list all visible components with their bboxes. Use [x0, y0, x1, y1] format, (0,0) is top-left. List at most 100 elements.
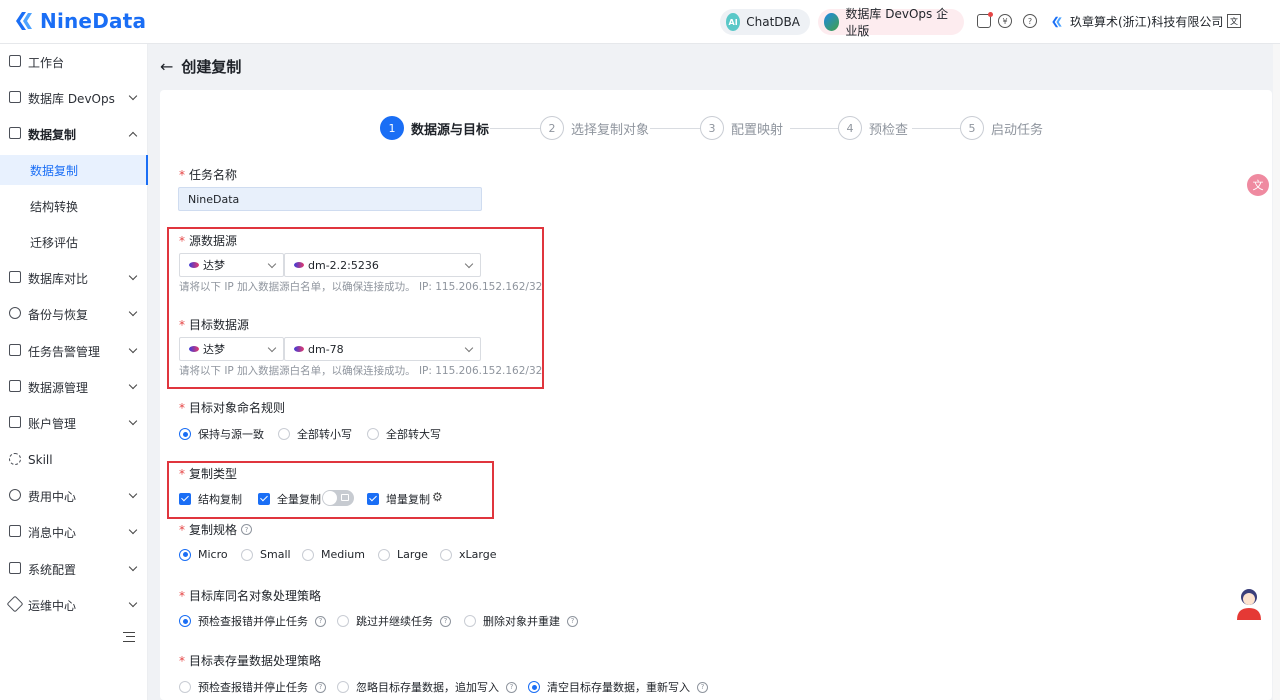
sidebar-item-backup[interactable]: 备份与恢复 — [0, 296, 148, 332]
existing-option-stop[interactable]: 预检查报错并停止任务 ? — [179, 679, 326, 695]
sidebar-subitem-schema-conversion[interactable]: 结构转换 — [0, 191, 148, 221]
target-instance-select[interactable]: dm-78 — [284, 337, 481, 361]
copy-type-full-checkbox[interactable]: 全量复制 — [258, 491, 321, 507]
chevron-down-icon — [128, 307, 138, 317]
help-icon[interactable]: ? — [315, 615, 326, 627]
sidebar-item-messages[interactable]: 消息中心 — [0, 514, 148, 550]
chatdba-button[interactable]: AI ChatDBA — [720, 9, 810, 35]
chevron-down-icon — [128, 562, 138, 572]
help-icon[interactable]: ? — [440, 615, 451, 627]
sidebar-item-workbench[interactable]: 工作台 — [0, 44, 148, 80]
yuan-icon[interactable]: ¥ — [998, 14, 1012, 28]
globe-icon — [824, 13, 840, 31]
source-db-type-select[interactable]: 达梦 — [179, 253, 284, 277]
naming-option-uppercase[interactable]: 全部转大写 — [367, 426, 441, 442]
assistant-avatar-icon[interactable] — [1233, 586, 1265, 622]
edition-button[interactable]: 数据库 DevOps 企业版 — [818, 7, 964, 38]
org-switcher[interactable]: 玖章算术(浙江)科技有限公司 — [1050, 13, 1223, 30]
copy-type-incremental-checkbox[interactable]: 增量复制 — [367, 491, 430, 507]
target-db-type-select[interactable]: 达梦 — [179, 337, 284, 361]
sidebar-item-datasources[interactable]: 数据源管理 — [0, 369, 148, 405]
sidebar-item-compare[interactable]: 数据库对比 — [0, 260, 148, 296]
help-icon[interactable]: ? — [697, 681, 708, 693]
spec-option-xlarge[interactable]: xLarge — [440, 548, 496, 561]
chevron-down-icon — [128, 380, 138, 390]
sidebar-item-label: 账户管理 — [28, 416, 77, 431]
sidebar-item-devops[interactable]: 数据库 DevOps — [0, 80, 148, 116]
compare-icon — [9, 271, 21, 283]
ninedata-logo-icon — [16, 12, 32, 30]
sidebar-item-label: 数据复制 — [30, 163, 79, 178]
sidebar-item-label: Skill — [28, 453, 53, 467]
sidebar-item-replication[interactable]: 数据复制 — [0, 116, 148, 152]
sidebar-item-config[interactable]: 系统配置 — [0, 551, 148, 587]
existing-data-strategy-label: * 目标表存量数据处理策略 — [179, 654, 322, 668]
scrollbar[interactable] — [1273, 44, 1280, 700]
sidebar-item-label: 数据库对比 — [28, 271, 89, 286]
sidebar-subitem-replication[interactable]: 数据复制 — [0, 155, 148, 185]
ops-icon — [6, 595, 24, 613]
home-icon — [9, 55, 21, 67]
same-name-option-rebuild[interactable]: 删除对象并重建 ? — [464, 613, 578, 629]
step-number: 2 — [540, 116, 564, 140]
collapse-sidebar-icon[interactable] — [123, 632, 135, 642]
sidebar-subitem-migration-assessment[interactable]: 迁移评估 — [0, 227, 148, 257]
sidebar-item-label: 系统配置 — [28, 562, 77, 577]
step-number: 4 — [838, 116, 862, 140]
spec-option-micro[interactable]: Micro — [179, 548, 228, 561]
radio-unselected — [302, 548, 314, 561]
spec-option-large[interactable]: Large — [378, 548, 428, 561]
sidebar-item-label: 工作台 — [28, 55, 65, 70]
chevron-down-icon — [128, 416, 138, 426]
spec-option-medium[interactable]: Medium — [302, 548, 365, 561]
same-name-option-stop[interactable]: 预检查报错并停止任务 ? — [179, 613, 326, 629]
same-name-option-skip[interactable]: 跳过并继续任务 ? — [337, 613, 451, 629]
help-icon[interactable]: ? — [1023, 14, 1037, 28]
brand-logo[interactable]: NineData — [12, 9, 146, 33]
copy-type-structure-checkbox[interactable]: 结构复制 — [179, 491, 242, 507]
existing-option-append[interactable]: 忽略目标存量数据，追加写入 ? — [337, 679, 517, 695]
language-icon[interactable]: 文 — [1227, 14, 1241, 28]
sidebar-item-label: 运维中心 — [28, 598, 77, 613]
sidebar-item-label: 任务告警管理 — [28, 344, 101, 359]
alarm-icon — [9, 344, 21, 356]
sidebar-item-ops[interactable]: 运维中心 — [0, 587, 148, 623]
sidebar-item-label: 数据复制 — [28, 127, 77, 142]
sidebar-item-label: 迁移评估 — [30, 235, 79, 250]
bell-icon[interactable] — [977, 12, 993, 28]
dameng-icon — [189, 346, 199, 352]
chevron-down-icon — [464, 343, 474, 353]
sidebar-item-billing[interactable]: 费用中心 — [0, 478, 148, 514]
back-arrow-icon[interactable]: ← — [160, 57, 173, 76]
sidebar-item-skill[interactable]: Skill — [0, 442, 148, 478]
sidebar-item-label: 费用中心 — [28, 489, 77, 504]
help-icon[interactable]: ? — [506, 681, 517, 693]
radio-selected — [528, 681, 540, 693]
spec-option-small[interactable]: Small — [241, 548, 291, 561]
sidebar-item-alarms[interactable]: 任务告警管理 — [0, 333, 148, 369]
chevron-down-icon — [464, 259, 474, 269]
task-name-input[interactable]: NineData — [178, 187, 482, 211]
full-copy-toggle[interactable] — [322, 490, 354, 506]
step-4: 4 预检查 — [838, 116, 908, 140]
radio-unselected — [179, 681, 191, 693]
step-divider — [790, 128, 838, 129]
help-icon[interactable]: ? — [241, 524, 253, 535]
translate-icon[interactable]: 文 — [1247, 174, 1269, 196]
checkbox-checked — [367, 493, 379, 505]
radio-selected — [179, 548, 191, 561]
radio-unselected — [278, 428, 290, 440]
help-icon[interactable]: ? — [567, 615, 578, 627]
dameng-icon — [294, 346, 304, 352]
existing-option-truncate[interactable]: 清空目标存量数据，重新写入 ? — [528, 679, 708, 695]
radio-selected — [179, 428, 191, 440]
chevron-down-icon — [267, 259, 277, 269]
naming-option-keep[interactable]: 保持与源一致 — [179, 426, 264, 442]
sidebar-item-accounts[interactable]: 账户管理 — [0, 405, 148, 441]
help-icon[interactable]: ? — [315, 681, 326, 693]
task-name-label: * 任务名称 — [179, 168, 238, 182]
source-instance-select[interactable]: dm-2.2:5236 — [284, 253, 481, 277]
sidebar-item-label: 数据源管理 — [28, 380, 89, 395]
naming-option-lowercase[interactable]: 全部转小写 — [278, 426, 352, 442]
gear-icon[interactable]: ⚙ — [432, 490, 443, 504]
